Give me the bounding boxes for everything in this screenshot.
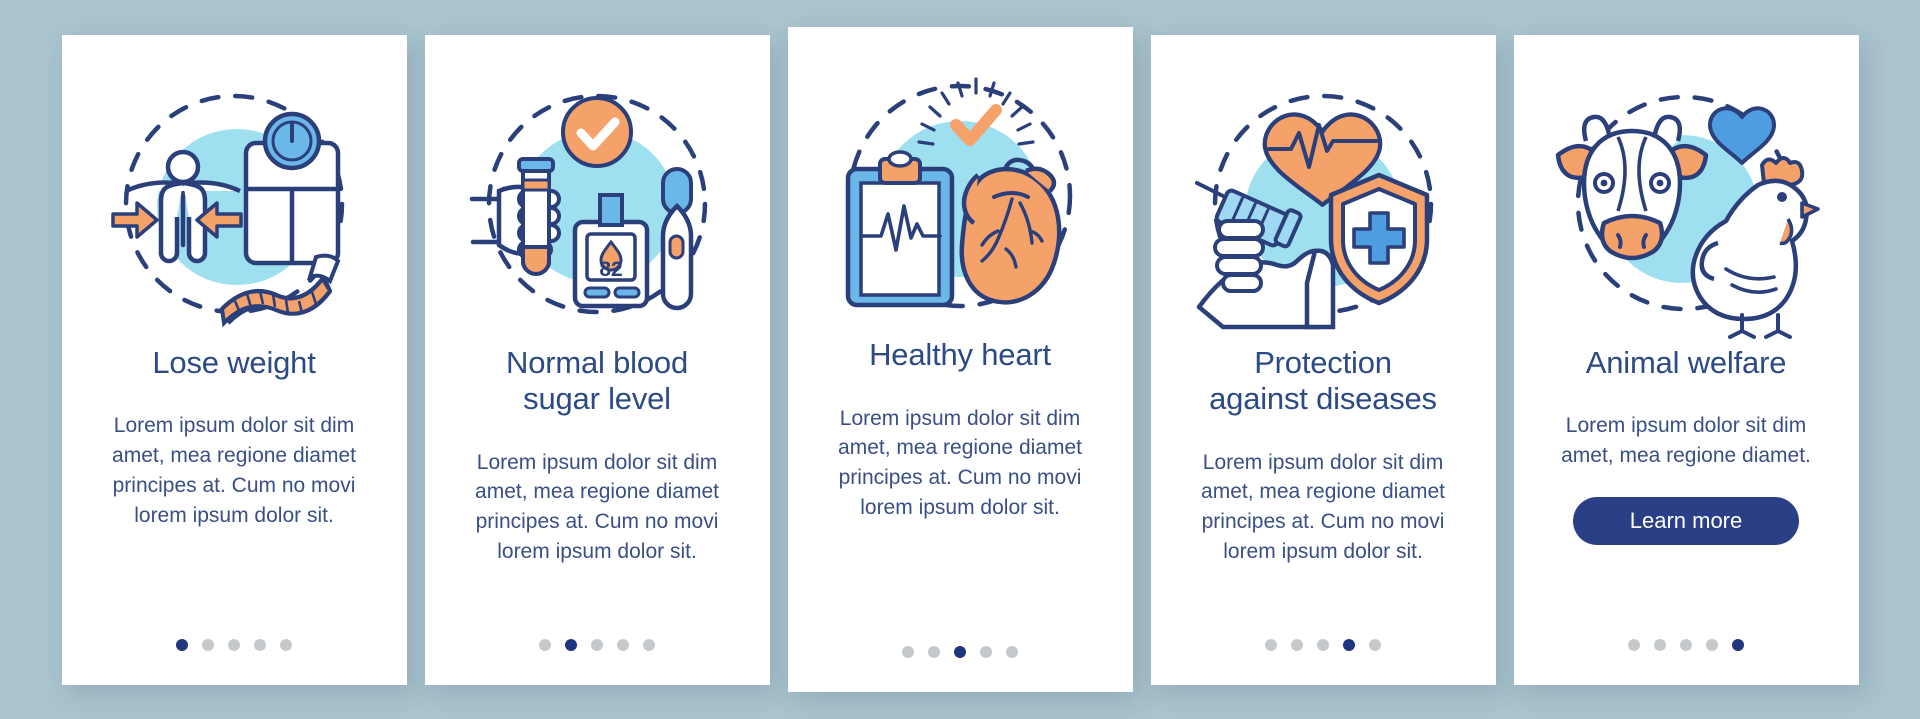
pagination-dot[interactable]	[1343, 638, 1355, 651]
pagination-dots[interactable]	[176, 638, 292, 651]
onboarding-card-lose-weight[interactable]: Lose weight Lorem ipsum dolor sit dim am…	[61, 34, 407, 685]
onboarding-card-normal-blood-sugar-level[interactable]: 82 Normal blood sugar level Lorem ipsum d…	[424, 34, 770, 685]
pagination-dots[interactable]	[902, 646, 1018, 658]
pagination-dot[interactable]	[1317, 638, 1329, 651]
glucometer-reading: 82	[599, 258, 622, 281]
pagination-dot[interactable]	[1369, 638, 1381, 651]
onboarding-card-protection-against-diseases[interactable]: Protection against diseases Lorem ipsum d…	[1150, 34, 1496, 685]
card-title: Lose weight	[152, 344, 316, 380]
pagination-dot[interactable]	[1706, 638, 1718, 651]
learn-more-button[interactable]: Learn more	[1573, 496, 1799, 545]
pagination-dot[interactable]	[565, 638, 577, 651]
glucometer-blood-test-icon: 82	[467, 79, 727, 329]
card-body-text: Lorem ipsum dolor sit dim amet, mea regi…	[112, 414, 356, 527]
pagination-dot[interactable]	[1265, 638, 1277, 651]
onboarding-card-animal-welfare[interactable]: Animal welfare Lorem ipsum dolor sit dim…	[1513, 34, 1859, 685]
pagination-dot[interactable]	[1628, 638, 1640, 651]
pagination-dot[interactable]	[254, 638, 266, 651]
onboarding-card-healthy-heart[interactable]: Healthy heart Lorem ipsum dolor sit dim …	[787, 27, 1133, 692]
pagination-dot[interactable]	[202, 638, 214, 651]
card-body-text: Lorem ipsum dolor sit dim amet, mea regi…	[475, 450, 719, 564]
card-title: Normal blood sugar level	[506, 344, 688, 417]
pagination-dot[interactable]	[1680, 638, 1692, 651]
pagination-dot[interactable]	[980, 646, 992, 658]
pagination-dot[interactable]	[902, 646, 914, 658]
pagination-dots[interactable]	[539, 638, 655, 651]
pagination-dot[interactable]	[591, 638, 603, 651]
pagination-dot[interactable]	[1654, 638, 1666, 651]
pagination-dot[interactable]	[954, 646, 966, 658]
clipboard-ecg-heart-icon	[830, 71, 1090, 321]
cow-chicken-heart-icon	[1555, 79, 1820, 339]
pagination-dot[interactable]	[928, 646, 940, 658]
card-body-text: Lorem ipsum dolor sit dim amet, mea regi…	[1561, 414, 1811, 467]
pagination-dot[interactable]	[228, 638, 240, 651]
pagination-dot[interactable]	[643, 638, 655, 651]
card-title: Animal welfare	[1585, 344, 1787, 380]
pagination-dot[interactable]	[1732, 638, 1744, 651]
pagination-dot[interactable]	[539, 638, 551, 651]
pagination-dots[interactable]	[1628, 638, 1744, 651]
pagination-dot[interactable]	[617, 638, 629, 651]
card-body-text: Lorem ipsum dolor sit dim amet, mea regi…	[838, 406, 1082, 520]
pagination-dot[interactable]	[1006, 646, 1018, 658]
onboarding-card-list: Lose weight Lorem ipsum dolor sit dim am…	[0, 0, 1920, 719]
pagination-dot[interactable]	[176, 638, 188, 651]
pagination-dots[interactable]	[1265, 638, 1381, 651]
pagination-dot[interactable]	[280, 638, 292, 651]
scale-person-tape-measure-icon	[104, 79, 364, 329]
syringe-shield-heartbeat-icon	[1193, 79, 1453, 329]
pagination-dot[interactable]	[1291, 638, 1303, 651]
onboarding-screens-stage: Lose weight Lorem ipsum dolor sit dim am…	[0, 0, 1920, 719]
card-title: Healthy heart	[869, 337, 1051, 372]
card-body-text: Lorem ipsum dolor sit dim amet, mea regi…	[1201, 450, 1445, 564]
card-title: Protection against diseases	[1209, 344, 1437, 417]
